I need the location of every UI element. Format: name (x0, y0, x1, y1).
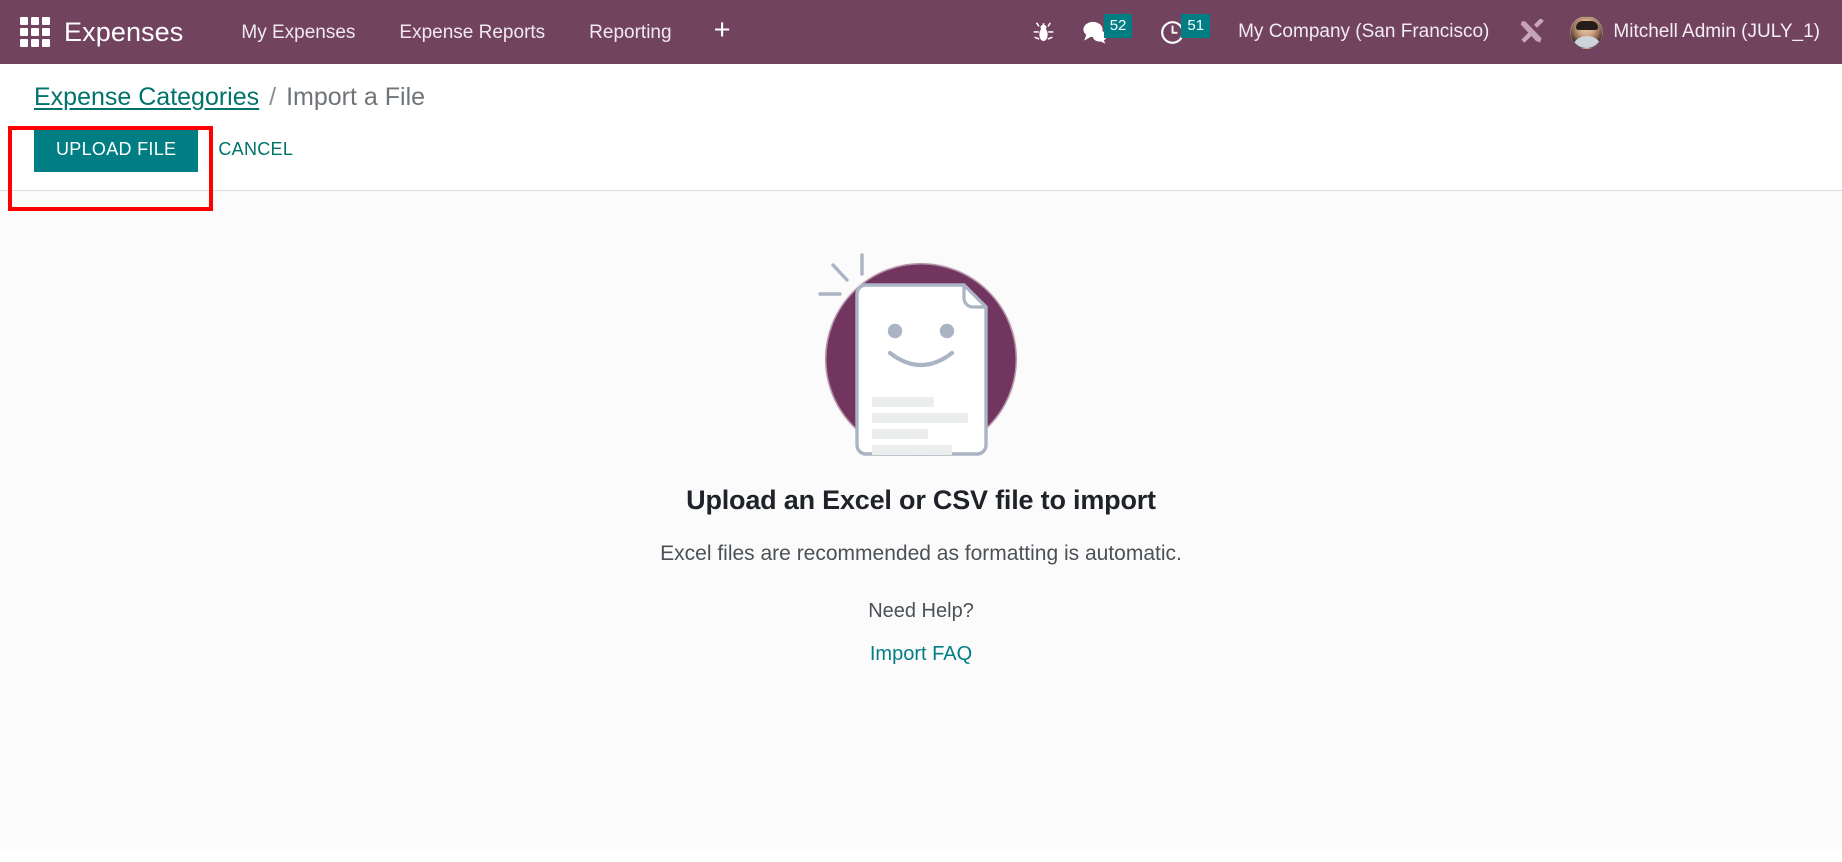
import-empty-state: Upload an Excel or CSV file to import Ex… (0, 190, 1842, 849)
upload-file-button[interactable]: UPLOAD FILE (34, 128, 199, 172)
control-panel-buttons: UPLOAD FILE CANCEL (0, 112, 1842, 190)
add-menu-button[interactable]: + (694, 14, 751, 51)
breadcrumb-parent-link[interactable]: Expense Categories (34, 82, 259, 112)
company-switcher[interactable]: My Company (San Francisco) (1224, 13, 1505, 51)
upload-heading: Upload an Excel or CSV file to import (686, 484, 1156, 515)
breadcrumb-current: Import a File (286, 83, 426, 111)
user-menu[interactable]: Mitchell Admin (JULY_1) (1560, 12, 1824, 53)
developer-tools-button[interactable] (1505, 13, 1560, 52)
activities-count-badge: 51 (1181, 13, 1211, 38)
app-brand-title[interactable]: Expenses (64, 17, 183, 48)
bug-report-button[interactable] (1019, 15, 1068, 50)
wrench-screwdriver-icon (1520, 18, 1545, 43)
nav-expense-reports[interactable]: Expense Reports (377, 15, 567, 50)
upload-subtext: Excel files are recommended as formattin… (660, 541, 1182, 565)
top-navbar: Expenses My Expenses Expense Reports Rep… (0, 0, 1842, 64)
main-menu: My Expenses Expense Reports Reporting + (219, 14, 750, 51)
import-faq-link[interactable]: Import FAQ (870, 643, 972, 666)
activities-button[interactable]: 51 (1146, 13, 1224, 51)
user-avatar (1570, 15, 1604, 49)
illustration-svg (818, 253, 1019, 457)
need-help-label: Need Help? (868, 599, 974, 622)
messages-button[interactable]: 52 (1068, 14, 1147, 50)
breadcrumb: Expense Categories / Import a File (0, 82, 1842, 112)
user-name-label: Mitchell Admin (JULY_1) (1613, 21, 1820, 42)
nav-reporting[interactable]: Reporting (567, 15, 693, 50)
breadcrumb-separator: / (269, 83, 277, 111)
smiling-document-illustration (816, 249, 1026, 459)
systray: 52 51 My Company (San Francisco) Mitchel… (1019, 12, 1824, 53)
control-panel: Expense Categories / Import a File UPLOA… (0, 64, 1842, 211)
cancel-button[interactable]: CANCEL (198, 128, 313, 172)
bug-icon (1033, 21, 1054, 41)
messages-count-badge: 52 (1103, 14, 1133, 38)
apps-grid-icon[interactable] (20, 17, 50, 47)
nav-my-expenses[interactable]: My Expenses (219, 15, 377, 50)
